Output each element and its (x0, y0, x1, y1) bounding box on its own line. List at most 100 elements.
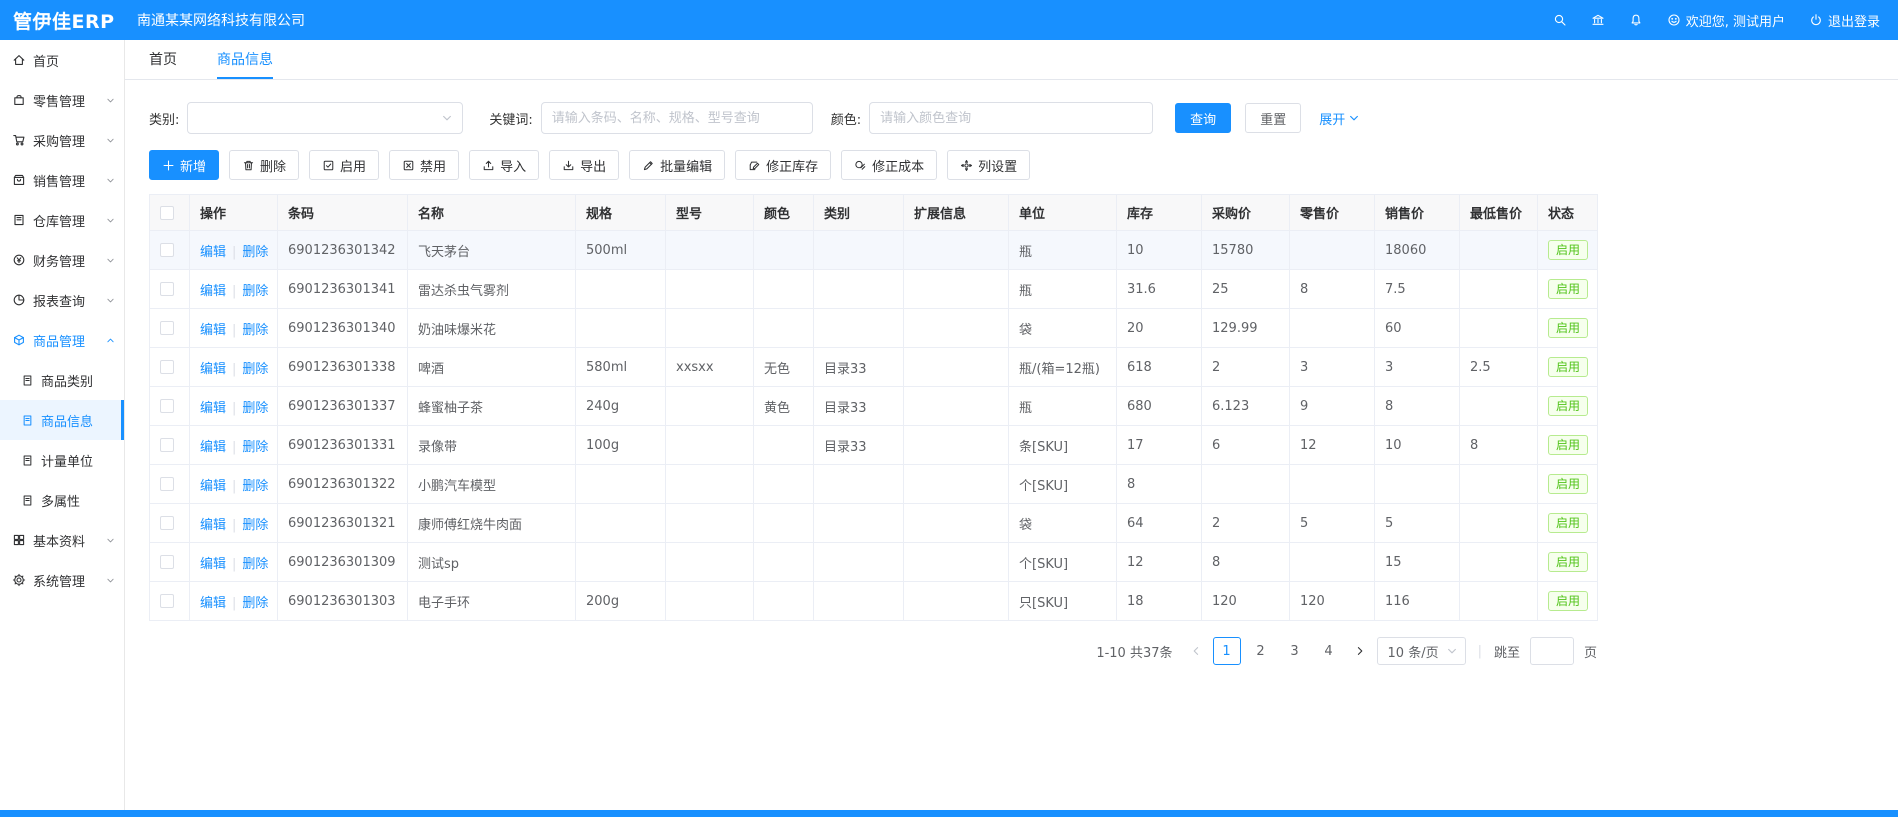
sidebar-item-sales[interactable]: 销售管理 (0, 160, 124, 200)
edit-link[interactable]: 编辑 (200, 284, 226, 299)
table-row: 编辑|删除6901236301342飞天茅台500ml瓶101578018060… (150, 231, 1598, 270)
column-header-spec: 规格 (576, 195, 666, 231)
search-icon[interactable] (1553, 13, 1567, 27)
row-checkbox[interactable] (160, 516, 174, 530)
row-checkbox[interactable] (160, 360, 174, 374)
user-menu[interactable]: 欢迎您, 测试用户 (1667, 11, 1785, 30)
sidebar-item-purchase[interactable]: 采购管理 (0, 120, 124, 160)
sidebar-item-finance[interactable]: 财务管理 (0, 240, 124, 280)
sidebar-subitem-label: 商品信息 (41, 411, 93, 430)
page-button-2[interactable]: 2 (1247, 637, 1275, 665)
sidebar-item-product[interactable]: 商品管理 (0, 320, 124, 360)
edit-link[interactable]: 编辑 (200, 245, 226, 260)
disable-button[interactable]: 禁用 (389, 150, 459, 180)
sales-icon (12, 173, 26, 187)
sidebar-subitem-multi-attribute[interactable]: 多属性 (0, 480, 124, 520)
delete-link[interactable]: 删除 (242, 284, 268, 299)
next-page-button[interactable] (1353, 644, 1367, 658)
page-button-3[interactable]: 3 (1281, 637, 1309, 665)
cell-stock: 17 (1117, 426, 1202, 465)
plus-icon (162, 159, 175, 172)
cell-stock: 8 (1117, 465, 1202, 504)
sidebar-item-system[interactable]: 系统管理 (0, 560, 124, 600)
cell-sale: 10 (1375, 426, 1460, 465)
delete-link[interactable]: 删除 (242, 518, 268, 533)
jump-page-input[interactable] (1530, 637, 1574, 665)
add-button[interactable]: 新增 (149, 150, 219, 180)
delete-link[interactable]: 删除 (242, 323, 268, 338)
edit-link[interactable]: 编辑 (200, 557, 226, 572)
cell-model: xxsxx (666, 348, 754, 387)
delete-link[interactable]: 删除 (242, 596, 268, 611)
sidebar-subitem-label: 商品类别 (41, 371, 93, 390)
pagination: 1-10 共37条 1234 10 条/页 | 跳至 页 (149, 621, 1597, 681)
delete-link[interactable]: 删除 (242, 245, 268, 260)
sidebar-item-retail[interactable]: 零售管理 (0, 80, 124, 120)
delete-link[interactable]: 删除 (242, 401, 268, 416)
row-checkbox[interactable] (160, 594, 174, 608)
cell-barcode: 6901236301331 (278, 426, 408, 465)
search-button[interactable]: 查询 (1175, 103, 1231, 133)
keyword-input[interactable] (541, 102, 813, 134)
tab-home[interactable]: 首页 (149, 40, 177, 79)
bell-icon[interactable] (1629, 13, 1643, 27)
column-settings-button[interactable]: 列设置 (947, 150, 1030, 180)
column-settings-icon (960, 159, 973, 172)
sidebar-subitem-measure-unit[interactable]: 计量单位 (0, 440, 124, 480)
page-button-1[interactable]: 1 (1213, 637, 1241, 665)
edit-link[interactable]: 编辑 (200, 401, 226, 416)
reset-button[interactable]: 重置 (1245, 103, 1301, 133)
smile-icon (1667, 13, 1681, 27)
sidebar-subitem-product-category[interactable]: 商品类别 (0, 360, 124, 400)
edit-link[interactable]: 编辑 (200, 596, 226, 611)
cell-min (1460, 543, 1538, 582)
edit-link[interactable]: 编辑 (200, 518, 226, 533)
cell-barcode: 6901236301303 (278, 582, 408, 621)
delete-link[interactable]: 删除 (242, 440, 268, 455)
cell-model (666, 543, 754, 582)
row-checkbox[interactable] (160, 477, 174, 491)
row-checkbox[interactable] (160, 399, 174, 413)
row-checkbox[interactable] (160, 321, 174, 335)
delete-link[interactable]: 删除 (242, 362, 268, 377)
edit-link[interactable]: 编辑 (200, 479, 226, 494)
export-button[interactable]: 导出 (549, 150, 619, 180)
doc-icon (21, 374, 34, 387)
cell-ext (904, 582, 1009, 621)
column-header-category: 类别 (814, 195, 904, 231)
cell-sale: 116 (1375, 582, 1460, 621)
category-select[interactable] (187, 102, 463, 134)
row-checkbox[interactable] (160, 243, 174, 257)
sidebar-item-report[interactable]: 报表查询 (0, 280, 124, 320)
select-all-checkbox[interactable] (160, 206, 174, 220)
prev-page-button[interactable] (1189, 644, 1203, 658)
import-button[interactable]: 导入 (469, 150, 539, 180)
row-checkbox[interactable] (160, 555, 174, 569)
expand-link[interactable]: 展开 (1319, 109, 1361, 128)
sidebar-item-home[interactable]: 首页 (0, 40, 124, 80)
row-checkbox[interactable] (160, 438, 174, 452)
cell-retail: 120 (1290, 582, 1375, 621)
page-size-select[interactable]: 10 条/页 (1377, 637, 1466, 665)
column-header-name: 名称 (408, 195, 576, 231)
color-input[interactable] (869, 102, 1153, 134)
row-checkbox[interactable] (160, 282, 174, 296)
tab-product-info[interactable]: 商品信息 (217, 40, 273, 79)
batch-edit-button[interactable]: 批量编辑 (629, 150, 725, 180)
fix-stock-button[interactable]: 修正库存 (735, 150, 831, 180)
enable-button[interactable]: 启用 (309, 150, 379, 180)
sidebar-subitem-product-info[interactable]: 商品信息 (0, 400, 124, 440)
delete-button[interactable]: 删除 (229, 150, 299, 180)
edit-link[interactable]: 编辑 (200, 362, 226, 377)
logout-button[interactable]: 退出登录 (1809, 11, 1880, 30)
sidebar-item-basic-data[interactable]: 基本资料 (0, 520, 124, 560)
page-button-4[interactable]: 4 (1315, 637, 1343, 665)
delete-link[interactable]: 删除 (242, 557, 268, 572)
cell-ext (904, 465, 1009, 504)
sidebar-item-warehouse[interactable]: 仓库管理 (0, 200, 124, 240)
edit-link[interactable]: 编辑 (200, 323, 226, 338)
delete-link[interactable]: 删除 (242, 479, 268, 494)
fix-cost-button[interactable]: 修正成本 (841, 150, 937, 180)
bank-icon[interactable] (1591, 13, 1605, 27)
edit-link[interactable]: 编辑 (200, 440, 226, 455)
